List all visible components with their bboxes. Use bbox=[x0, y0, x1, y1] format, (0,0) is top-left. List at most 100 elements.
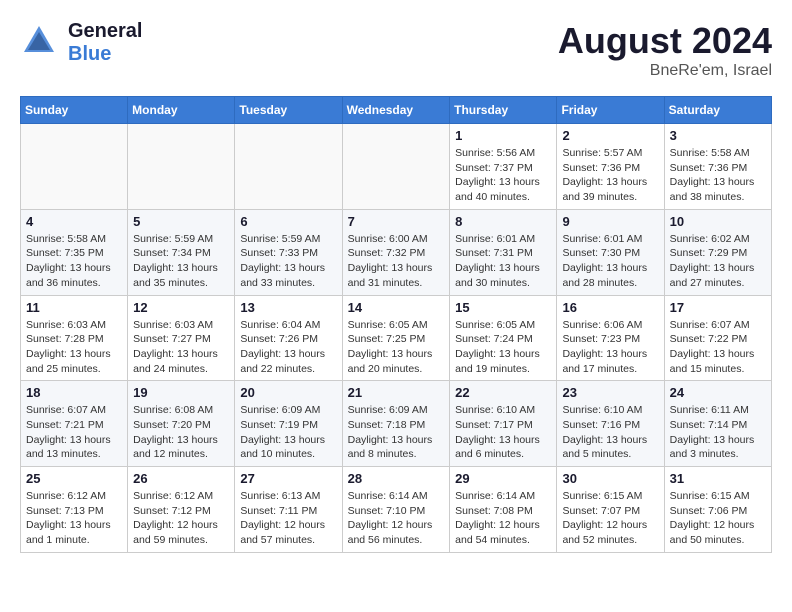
day-number: 4 bbox=[26, 214, 122, 229]
weekday-header-friday: Friday bbox=[557, 97, 664, 124]
calendar-cell bbox=[128, 124, 235, 210]
calendar-cell bbox=[235, 124, 342, 210]
day-number: 10 bbox=[670, 214, 766, 229]
calendar-cell: 29Sunrise: 6:14 AM Sunset: 7:08 PM Dayli… bbox=[450, 467, 557, 553]
day-info: Sunrise: 6:15 AM Sunset: 7:07 PM Dayligh… bbox=[562, 489, 658, 548]
calendar-cell: 9Sunrise: 6:01 AM Sunset: 7:30 PM Daylig… bbox=[557, 209, 664, 295]
calendar-cell: 15 Sunrise: 6:05 AM Sunset: 7:24 PM Dayli… bbox=[450, 295, 557, 381]
day-info: Sunrise: 6:07 AM Sunset: 7:22 PM Dayligh… bbox=[670, 318, 766, 377]
calendar-cell: 12 Sunrise: 6:03 AM Sunset: 7:27 PM Dayli… bbox=[128, 295, 235, 381]
day-info: Sunrise: 6:01 AM Sunset: 7:30 PM Dayligh… bbox=[562, 232, 658, 291]
weekday-header-saturday: Saturday bbox=[664, 97, 771, 124]
weekday-header-thursday: Thursday bbox=[450, 97, 557, 124]
day-info: Sunrise: 6:15 AM Sunset: 7:06 PM Dayligh… bbox=[670, 489, 766, 548]
calendar-cell: 28 Sunrise: 6:14 AM Sunset: 7:10 PM Dayli… bbox=[342, 467, 450, 553]
day-info: Sunrise: 6:05 AM Sunset: 7:24 PM Dayligh… bbox=[455, 318, 551, 377]
calendar-cell: 13Sunrise: 6:04 AM Sunset: 7:26 PM Dayli… bbox=[235, 295, 342, 381]
calendar-cell: 1 Sunrise: 5:56 AM Sunset: 7:37 PM Daylig… bbox=[450, 124, 557, 210]
calendar-header: SundayMondayTuesdayWednesdayThursdayFrid… bbox=[21, 97, 772, 124]
day-info: Sunrise: 5:56 AM Sunset: 7:37 PM Dayligh… bbox=[455, 146, 551, 205]
calendar-cell: 22 Sunrise: 6:10 AM Sunset: 7:17 PM Dayli… bbox=[450, 381, 557, 467]
day-number: 15 bbox=[455, 300, 551, 315]
calendar-cell bbox=[342, 124, 450, 210]
day-info: Sunrise: 6:02 AM Sunset: 7:29 PM Dayligh… bbox=[670, 232, 766, 291]
calendar-cell: 14Sunrise: 6:05 AM Sunset: 7:25 PM Dayli… bbox=[342, 295, 450, 381]
logo-general-text: General bbox=[68, 20, 142, 43]
calendar-table: SundayMondayTuesdayWednesdayThursdayFrid… bbox=[20, 96, 772, 553]
day-info: Sunrise: 6:03 AM Sunset: 7:27 PM Dayligh… bbox=[133, 318, 229, 377]
calendar-cell: 10 Sunrise: 6:02 AM Sunset: 7:29 PM Dayli… bbox=[664, 209, 771, 295]
day-info: Sunrise: 6:10 AM Sunset: 7:16 PM Dayligh… bbox=[562, 403, 658, 462]
day-info: Sunrise: 5:58 AM Sunset: 7:35 PM Dayligh… bbox=[26, 232, 122, 291]
day-number: 16 bbox=[562, 300, 658, 315]
day-number: 23 bbox=[562, 385, 658, 400]
day-number: 2 bbox=[562, 128, 658, 143]
weekday-header-row: SundayMondayTuesdayWednesdayThursdayFrid… bbox=[21, 97, 772, 124]
calendar-cell: 19Sunrise: 6:08 AM Sunset: 7:20 PM Dayli… bbox=[128, 381, 235, 467]
calendar-cell: 3 Sunrise: 5:58 AM Sunset: 7:36 PM Daylig… bbox=[664, 124, 771, 210]
calendar-cell: 5Sunrise: 5:59 AM Sunset: 7:34 PM Daylig… bbox=[128, 209, 235, 295]
calendar-cell bbox=[21, 124, 128, 210]
day-info: Sunrise: 6:04 AM Sunset: 7:26 PM Dayligh… bbox=[240, 318, 336, 377]
weekday-header-wednesday: Wednesday bbox=[342, 97, 450, 124]
day-info: Sunrise: 5:57 AM Sunset: 7:36 PM Dayligh… bbox=[562, 146, 658, 205]
day-info: Sunrise: 6:03 AM Sunset: 7:28 PM Dayligh… bbox=[26, 318, 122, 377]
calendar-cell: 27Sunrise: 6:13 AM Sunset: 7:11 PM Dayli… bbox=[235, 467, 342, 553]
day-info: Sunrise: 6:05 AM Sunset: 7:25 PM Dayligh… bbox=[348, 318, 445, 377]
calendar-cell: 2 Sunrise: 5:57 AM Sunset: 7:36 PM Daylig… bbox=[557, 124, 664, 210]
day-info: Sunrise: 6:13 AM Sunset: 7:11 PM Dayligh… bbox=[240, 489, 336, 548]
day-number: 6 bbox=[240, 214, 336, 229]
day-number: 28 bbox=[348, 471, 445, 486]
day-number: 7 bbox=[348, 214, 445, 229]
day-info: Sunrise: 6:01 AM Sunset: 7:31 PM Dayligh… bbox=[455, 232, 551, 291]
calendar-week-row: 11 Sunrise: 6:03 AM Sunset: 7:28 PM Dayli… bbox=[21, 295, 772, 381]
calendar-cell: 17Sunrise: 6:07 AM Sunset: 7:22 PM Dayli… bbox=[664, 295, 771, 381]
calendar-cell: 25Sunrise: 6:12 AM Sunset: 7:13 PM Dayli… bbox=[21, 467, 128, 553]
day-info: Sunrise: 6:12 AM Sunset: 7:12 PM Dayligh… bbox=[133, 489, 229, 548]
day-info: Sunrise: 6:00 AM Sunset: 7:32 PM Dayligh… bbox=[348, 232, 445, 291]
day-info: Sunrise: 6:09 AM Sunset: 7:18 PM Dayligh… bbox=[348, 403, 445, 462]
logo: General Blue bbox=[20, 20, 142, 66]
calendar-cell: 6Sunrise: 5:59 AM Sunset: 7:33 PM Daylig… bbox=[235, 209, 342, 295]
calendar-cell: 16 Sunrise: 6:06 AM Sunset: 7:23 PM Dayli… bbox=[557, 295, 664, 381]
calendar-cell: 4 Sunrise: 5:58 AM Sunset: 7:35 PM Daylig… bbox=[21, 209, 128, 295]
day-number: 3 bbox=[670, 128, 766, 143]
calendar-cell: 11 Sunrise: 6:03 AM Sunset: 7:28 PM Dayli… bbox=[21, 295, 128, 381]
day-info: Sunrise: 5:58 AM Sunset: 7:36 PM Dayligh… bbox=[670, 146, 766, 205]
day-info: Sunrise: 6:06 AM Sunset: 7:23 PM Dayligh… bbox=[562, 318, 658, 377]
calendar-cell: 8 Sunrise: 6:01 AM Sunset: 7:31 PM Daylig… bbox=[450, 209, 557, 295]
logo-name: General Blue bbox=[68, 20, 142, 66]
calendar-cell: 30 Sunrise: 6:15 AM Sunset: 7:07 PM Dayli… bbox=[557, 467, 664, 553]
day-number: 8 bbox=[455, 214, 551, 229]
day-info: Sunrise: 6:11 AM Sunset: 7:14 PM Dayligh… bbox=[670, 403, 766, 462]
weekday-header-sunday: Sunday bbox=[21, 97, 128, 124]
day-number: 26 bbox=[133, 471, 229, 486]
day-number: 31 bbox=[670, 471, 766, 486]
day-info: Sunrise: 6:09 AM Sunset: 7:19 PM Dayligh… bbox=[240, 403, 336, 462]
calendar-cell: 31 Sunrise: 6:15 AM Sunset: 7:06 PM Dayli… bbox=[664, 467, 771, 553]
logo-icon bbox=[20, 22, 58, 60]
day-number: 24 bbox=[670, 385, 766, 400]
page-header: General Blue August 2024 BneRe'em, Israe… bbox=[20, 20, 772, 80]
day-info: Sunrise: 6:14 AM Sunset: 7:10 PM Dayligh… bbox=[348, 489, 445, 548]
calendar-cell: 20Sunrise: 6:09 AM Sunset: 7:19 PM Dayli… bbox=[235, 381, 342, 467]
day-number: 11 bbox=[26, 300, 122, 315]
title-block: August 2024 BneRe'em, Israel bbox=[558, 20, 772, 80]
calendar-cell: 24 Sunrise: 6:11 AM Sunset: 7:14 PM Dayli… bbox=[664, 381, 771, 467]
day-info: Sunrise: 6:14 AM Sunset: 7:08 PM Dayligh… bbox=[455, 489, 551, 548]
day-number: 18 bbox=[26, 385, 122, 400]
day-number: 12 bbox=[133, 300, 229, 315]
logo-blue-text: Blue bbox=[68, 43, 142, 66]
calendar-body: 1 Sunrise: 5:56 AM Sunset: 7:37 PM Daylig… bbox=[21, 124, 772, 553]
location-subtitle: BneRe'em, Israel bbox=[558, 62, 772, 80]
day-info: Sunrise: 6:10 AM Sunset: 7:17 PM Dayligh… bbox=[455, 403, 551, 462]
day-info: Sunrise: 5:59 AM Sunset: 7:34 PM Dayligh… bbox=[133, 232, 229, 291]
calendar-cell: 18Sunrise: 6:07 AM Sunset: 7:21 PM Dayli… bbox=[21, 381, 128, 467]
calendar-week-row: 18Sunrise: 6:07 AM Sunset: 7:21 PM Dayli… bbox=[21, 381, 772, 467]
day-number: 30 bbox=[562, 471, 658, 486]
month-year-title: August 2024 bbox=[558, 20, 772, 62]
calendar-week-row: 25Sunrise: 6:12 AM Sunset: 7:13 PM Dayli… bbox=[21, 467, 772, 553]
day-number: 19 bbox=[133, 385, 229, 400]
day-number: 22 bbox=[455, 385, 551, 400]
day-number: 1 bbox=[455, 128, 551, 143]
